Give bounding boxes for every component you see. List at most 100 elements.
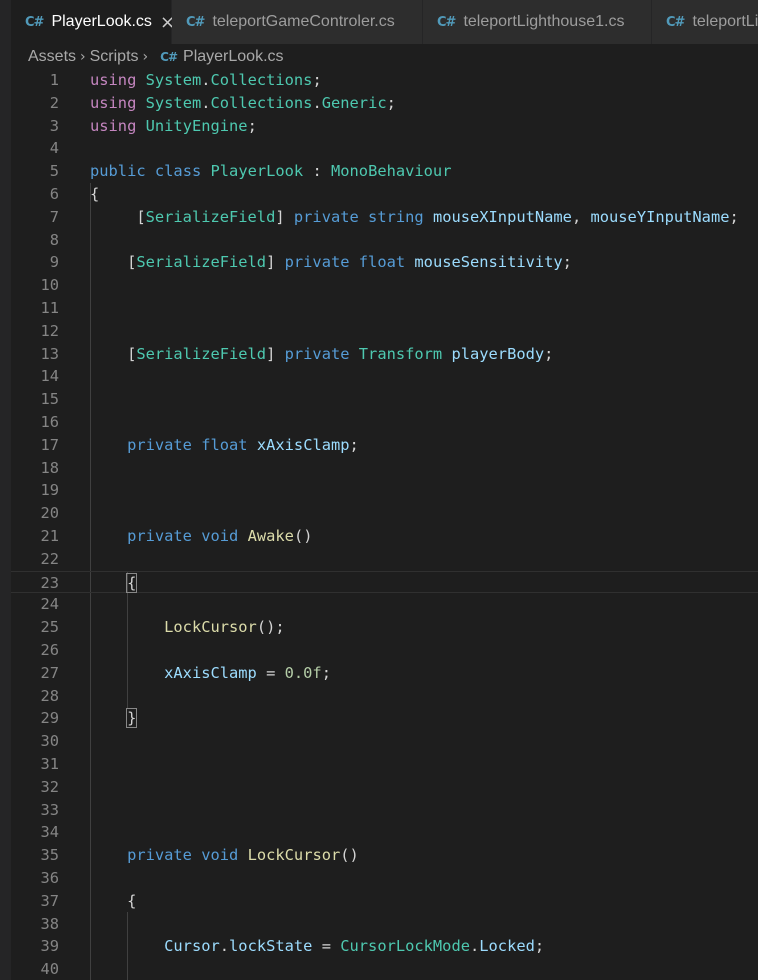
line-number: 23 <box>40 573 59 592</box>
code-line[interactable]: 39 Cursor.lockState = CursorLockMode.Loc… <box>11 935 758 958</box>
code-line[interactable]: 10 <box>11 274 758 297</box>
code-token: ; <box>312 71 322 89</box>
code-line[interactable]: 9 [SerializeField] private float mouseSe… <box>11 251 758 274</box>
code-token: void <box>201 527 239 545</box>
code-token: ; <box>534 937 545 956</box>
csharp-file-icon: C# <box>25 14 44 30</box>
code-token: Locked <box>479 937 535 956</box>
code-line[interactable]: 15 <box>11 388 758 411</box>
code-line[interactable]: 24 <box>11 593 758 616</box>
code-line[interactable]: 12 <box>11 320 758 343</box>
code-line[interactable]: 20 <box>11 502 758 525</box>
line-number: 6 <box>49 185 59 203</box>
code-token: using <box>90 116 137 135</box>
code-line[interactable]: 36 <box>11 867 758 890</box>
line-number: 13 <box>40 344 59 363</box>
line-number: 2 <box>49 93 59 112</box>
code-line[interactable]: 28 <box>11 685 758 708</box>
line-number: 28 <box>40 686 59 705</box>
code-token: private <box>293 207 359 226</box>
code-token: , <box>571 207 591 226</box>
code-text: private void Awake() <box>90 525 312 548</box>
code-line[interactable]: 23 { <box>11 570 758 594</box>
code-line[interactable]: 34 <box>11 821 758 844</box>
code-line[interactable]: 29 } <box>11 707 758 730</box>
line-number: 38 <box>40 914 59 933</box>
code-line[interactable]: 7 [SerializeField] private string mouseX… <box>11 206 758 229</box>
code-line[interactable]: 13 [SerializeField] private Transform pl… <box>11 343 758 366</box>
code-line[interactable]: 6{ <box>11 183 758 206</box>
code-token: playerBody <box>451 344 545 363</box>
code-text: [SerializeField] private float mouseSens… <box>90 251 572 274</box>
code-line[interactable]: 33 <box>11 799 758 822</box>
code-token: { <box>126 572 138 593</box>
line-number: 8 <box>49 230 59 249</box>
code-line[interactable]: 31 <box>11 753 758 776</box>
code-line[interactable]: 22 <box>11 548 758 571</box>
code-line[interactable]: 16 <box>11 411 758 434</box>
code-line[interactable]: 27 xAxisClamp = 0.0f; <box>11 662 758 685</box>
code-text: using System.Collections.Generic; <box>90 92 396 115</box>
code-text: using UnityEngine; <box>90 115 257 138</box>
code-token: Collections <box>210 93 313 112</box>
code-text: public class PlayerLook : MonoBehaviour <box>90 160 451 183</box>
line-number: 33 <box>40 800 59 819</box>
code-line[interactable]: 3 using UnityEngine; <box>11 115 758 138</box>
code-token: () <box>340 846 359 865</box>
code-line[interactable]: 21 private void Awake() <box>11 525 758 548</box>
tab-teleportlighthouse1-cs[interactable]: C# teleportLighthouse1.cs <box>423 0 652 44</box>
tab-teleportli[interactable]: C# teleportLi <box>652 0 758 44</box>
code-token: mouseXInputName <box>432 207 572 226</box>
code-token: ; <box>562 253 572 272</box>
code-line[interactable]: 1 using System.Collections; <box>11 69 758 92</box>
code-token: ; <box>386 93 396 112</box>
code-line[interactable]: 25 LockCursor(); <box>11 616 758 639</box>
line-number: 32 <box>40 777 59 796</box>
code-line[interactable]: 14 <box>11 365 758 388</box>
editor-tab-bar: C# PlayerLook.cs × C# teleportGameControler.… <box>11 0 758 44</box>
code-line[interactable]: 17 private float xAxisClamp; <box>11 434 758 457</box>
code-editor[interactable]: 1 using System.Collections; 2 using System.… <box>11 69 758 980</box>
tab-playerlook-cs[interactable]: C# PlayerLook.cs × <box>11 0 175 44</box>
breadcrumb-item-scripts[interactable]: Scripts <box>90 48 139 66</box>
line-number: 25 <box>40 618 59 637</box>
code-token: ] <box>266 253 285 272</box>
line-number: 34 <box>40 823 59 842</box>
code-line[interactable]: 4 <box>11 137 758 160</box>
code-line[interactable]: 30 <box>11 730 758 753</box>
code-line[interactable]: 26 <box>11 639 758 662</box>
code-line[interactable]: 37 { <box>11 890 758 913</box>
code-line[interactable]: 40 <box>11 958 758 980</box>
tab-label: teleportGameControler.cs <box>212 13 395 30</box>
code-token: xAxisClamp <box>256 435 350 454</box>
code-line[interactable]: 8 <box>11 229 758 252</box>
line-number: 14 <box>40 367 59 386</box>
code-line[interactable]: 5 public class PlayerLook : MonoBehaviour <box>11 160 758 183</box>
line-number: 27 <box>40 663 59 682</box>
csharp-file-icon: C# <box>437 14 456 30</box>
breadcrumb-item-assets[interactable]: Assets <box>28 48 76 66</box>
code-line[interactable]: 19 <box>11 479 758 502</box>
code-line[interactable]: 2 using System.Collections.Generic; <box>11 92 758 115</box>
code-token: void <box>201 846 239 865</box>
breadcrumb-item-file[interactable]: PlayerLook.cs <box>183 48 284 66</box>
line-number: 24 <box>40 595 59 614</box>
code-line[interactable]: 11 <box>11 297 758 320</box>
code-token: private <box>127 846 192 865</box>
tab-teleportgamecontroler-cs[interactable]: C# teleportGameControler.cs <box>172 0 423 44</box>
code-line[interactable]: 18 <box>11 457 758 480</box>
code-token: { <box>127 891 137 910</box>
line-number: 30 <box>40 732 59 751</box>
code-text: } <box>90 707 138 730</box>
code-line[interactable]: 32 <box>11 776 758 799</box>
code-line[interactable]: 38 <box>11 913 758 936</box>
code-line[interactable]: 35 private void LockCursor() <box>11 844 758 867</box>
